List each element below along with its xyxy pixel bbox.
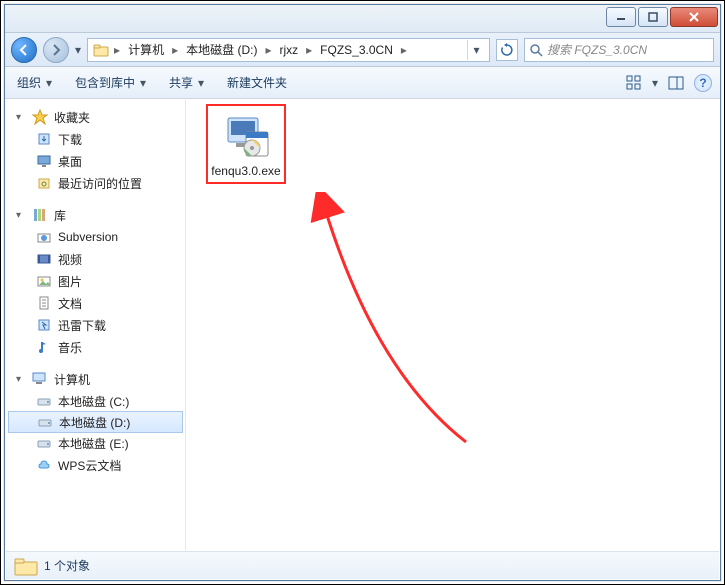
file-name: fenqu3.0.exe xyxy=(210,164,282,178)
tree-label: 最近访问的位置 xyxy=(58,175,142,192)
address-dropdown-icon[interactable]: ▾ xyxy=(467,40,485,60)
tree-label: WPS云文档 xyxy=(58,457,121,474)
tree-wps-cloud[interactable]: WPS云文档 xyxy=(6,454,185,476)
back-button[interactable] xyxy=(11,37,37,63)
drive-icon xyxy=(36,393,52,409)
tree-label: Subversion xyxy=(58,230,118,244)
tree-label: 下载 xyxy=(58,131,82,148)
tree-label: 计算机 xyxy=(54,371,90,388)
tree-label: 桌面 xyxy=(58,153,82,170)
tree-label: 库 xyxy=(54,207,66,224)
library-icon xyxy=(32,207,48,223)
tree-desktop[interactable]: 桌面 xyxy=(6,150,185,172)
preview-pane-button[interactable] xyxy=(666,73,686,93)
chevron-right-icon: ▸ xyxy=(170,43,180,57)
navigation-row: ▾ ▸ 计算机 ▸ 本地磁盘 (D:) ▸ rjxz ▸ FQZS_3.0CN … xyxy=(5,33,720,67)
chevron-right-icon: ▸ xyxy=(263,43,273,57)
svn-icon xyxy=(36,229,52,245)
annotation-arrow xyxy=(276,192,496,452)
tree-label: 本地磁盘 (D:) xyxy=(59,414,130,431)
tree-favorites[interactable]: ▾ 收藏夹 xyxy=(6,106,185,128)
share-menu[interactable]: 共享 ▾ xyxy=(165,72,209,93)
breadcrumb-item[interactable]: 本地磁盘 (D:) xyxy=(182,40,261,60)
refresh-button[interactable] xyxy=(496,39,518,61)
tree-label: 图片 xyxy=(58,273,82,290)
recent-icon xyxy=(36,175,52,191)
breadcrumb-item[interactable]: FQZS_3.0CN xyxy=(316,40,397,60)
music-icon xyxy=(36,339,52,355)
status-text: 1 个对象 xyxy=(44,557,90,574)
computer-icon xyxy=(32,371,48,387)
navigation-tree: ▾ 收藏夹 下载 桌面 最近访问的位置 xyxy=(6,100,186,550)
tree-libraries[interactable]: ▾ 库 xyxy=(6,204,185,226)
new-folder-button[interactable]: 新建文件夹 xyxy=(223,72,291,93)
forward-button[interactable] xyxy=(43,37,69,63)
breadcrumb-item[interactable]: rjxz xyxy=(275,40,302,60)
collapse-icon[interactable]: ▾ xyxy=(16,210,26,221)
maximize-button[interactable] xyxy=(638,7,668,27)
collapse-icon[interactable]: ▾ xyxy=(16,374,26,385)
include-in-library-menu[interactable]: 包含到库中 ▾ xyxy=(71,72,151,93)
search-box[interactable]: 搜索 FQZS_3.0CN xyxy=(524,38,714,62)
history-dropdown-icon[interactable]: ▾ xyxy=(75,43,81,57)
installer-icon xyxy=(222,112,270,160)
video-icon xyxy=(36,251,52,267)
file-list[interactable]: fenqu3.0.exe xyxy=(186,100,719,550)
tree-drive-e[interactable]: 本地磁盘 (E:) xyxy=(6,432,185,454)
organize-menu[interactable]: 组织 ▾ xyxy=(13,72,57,93)
tree-label: 本地磁盘 (E:) xyxy=(58,435,129,452)
tree-drive-c[interactable]: 本地磁盘 (C:) xyxy=(6,390,185,412)
tree-label: 文档 xyxy=(58,295,82,312)
search-icon xyxy=(529,43,543,57)
address-bar[interactable]: ▸ 计算机 ▸ 本地磁盘 (D:) ▸ rjxz ▸ FQZS_3.0CN ▸ … xyxy=(87,38,490,62)
tree-xunlei[interactable]: 迅雷下载 xyxy=(6,314,185,336)
titlebar xyxy=(5,5,720,33)
chevron-down-icon[interactable]: ▾ xyxy=(652,76,658,90)
tree-music[interactable]: 音乐 xyxy=(6,336,185,358)
tree-label: 本地磁盘 (C:) xyxy=(58,393,129,410)
drive-icon xyxy=(36,435,52,451)
xunlei-icon xyxy=(36,317,52,333)
download-icon xyxy=(36,131,52,147)
chevron-right-icon: ▸ xyxy=(399,43,409,57)
tree-pictures[interactable]: 图片 xyxy=(6,270,185,292)
tree-downloads[interactable]: 下载 xyxy=(6,128,185,150)
collapse-icon[interactable]: ▾ xyxy=(16,112,26,123)
drive-icon xyxy=(37,414,53,430)
tree-label: 视频 xyxy=(58,251,82,268)
minimize-button[interactable] xyxy=(606,7,636,27)
breadcrumb-item[interactable]: 计算机 xyxy=(124,40,168,60)
desktop-icon xyxy=(36,153,52,169)
view-options-button[interactable] xyxy=(624,73,644,93)
document-icon xyxy=(36,295,52,311)
folder-icon xyxy=(14,556,34,576)
picture-icon xyxy=(36,273,52,289)
tree-recent[interactable]: 最近访问的位置 xyxy=(6,172,185,194)
status-bar: 1 个对象 xyxy=(6,551,719,579)
file-item[interactable]: fenqu3.0.exe xyxy=(206,104,286,184)
explorer-window: ▾ ▸ 计算机 ▸ 本地磁盘 (D:) ▸ rjxz ▸ FQZS_3.0CN … xyxy=(4,4,721,581)
tree-drive-d[interactable]: 本地磁盘 (D:) xyxy=(8,411,183,433)
tree-computer[interactable]: ▾ 计算机 xyxy=(6,368,185,390)
tree-videos[interactable]: 视频 xyxy=(6,248,185,270)
folder-icon xyxy=(92,41,110,59)
tree-label: 音乐 xyxy=(58,339,82,356)
toolbar: 组织 ▾ 包含到库中 ▾ 共享 ▾ 新建文件夹 ▾ ? xyxy=(5,67,720,99)
star-icon xyxy=(32,109,48,125)
tree-subversion[interactable]: Subversion xyxy=(6,226,185,248)
cloud-icon xyxy=(36,457,52,473)
chevron-right-icon: ▸ xyxy=(112,43,122,57)
tree-documents[interactable]: 文档 xyxy=(6,292,185,314)
search-placeholder: 搜索 FQZS_3.0CN xyxy=(547,41,647,58)
chevron-right-icon: ▸ xyxy=(304,43,314,57)
tree-label: 迅雷下载 xyxy=(58,317,106,334)
help-button[interactable]: ? xyxy=(694,74,712,92)
close-button[interactable] xyxy=(670,7,718,27)
tree-label: 收藏夹 xyxy=(54,109,90,126)
